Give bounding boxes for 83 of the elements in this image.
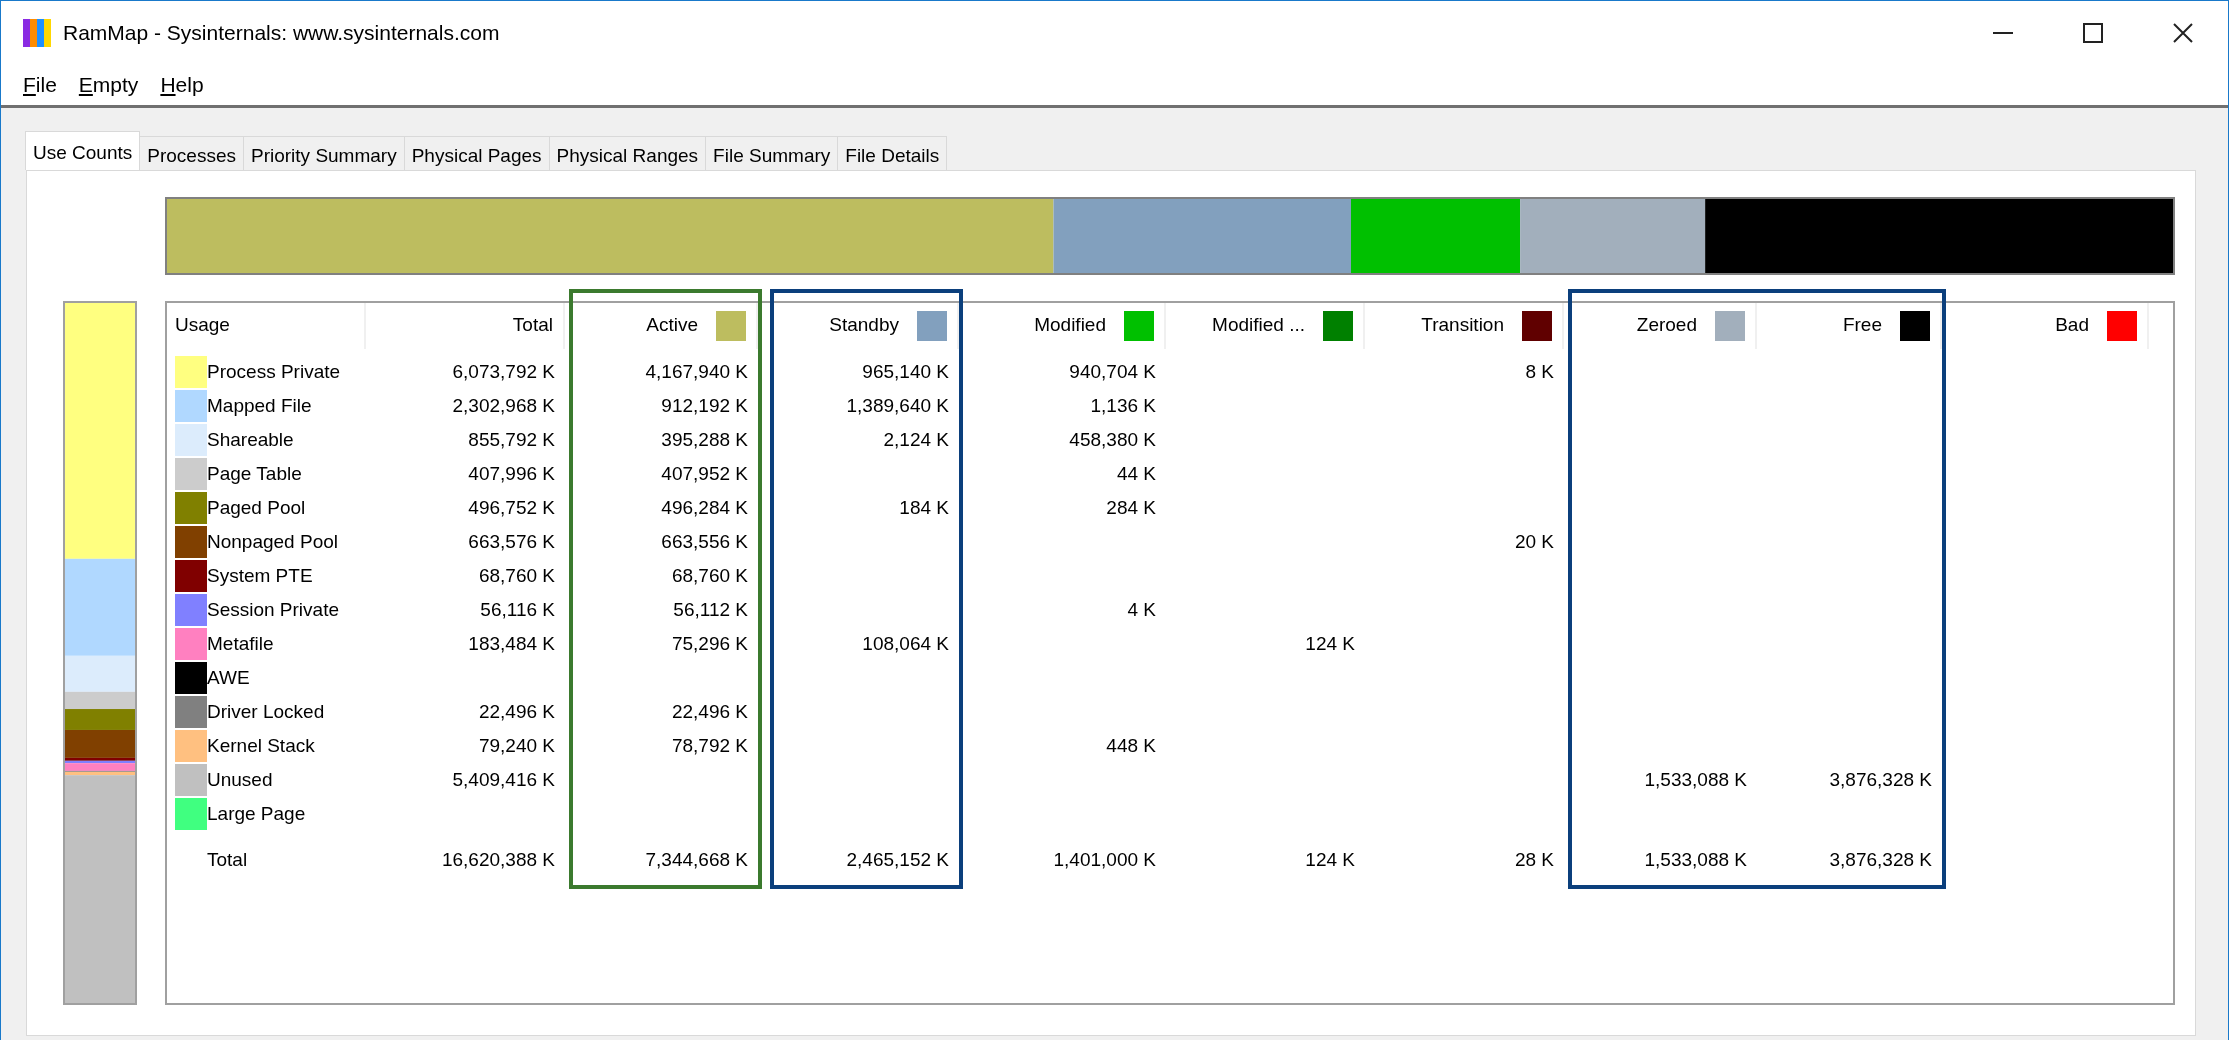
usage-label: Session Private [207,597,339,622]
usage-label: Page Table [207,461,302,486]
table-cell: 44 K [1116,462,1156,484]
usage-label: Driver Locked [207,699,325,724]
menu-item[interactable]: Help [150,65,216,105]
close-icon [2172,22,2194,44]
usage-label: Shareable [207,427,294,452]
usage-label: Process Private [207,359,341,384]
table-cell: 75,296 K [671,632,748,654]
table-cell: 1,401,000 K [1053,848,1156,870]
table-cell: 1,533,088 K [1644,848,1747,870]
column-header[interactable]: Standby [774,302,959,349]
table-cell: 3,876,328 K [1829,768,1932,790]
table-cell: 3,876,328 K [1829,848,1932,870]
table-cell: 855,792 K [468,428,555,450]
table-cell: 79,240 K [478,734,555,756]
table-cell: 496,284 K [661,496,748,518]
table-cell: 56,116 K [480,598,555,620]
table-cell: 912,192 K [661,394,748,416]
column-header[interactable]: Active [573,302,758,349]
usage-label: AWE [207,665,250,690]
table-cell: 78,792 K [671,734,748,756]
table-cell: 124 K [1305,632,1355,654]
table-cell: 68,760 K [478,564,555,586]
usage-label: Metafile [207,631,274,656]
usage-label: Unused [207,767,273,792]
app-icon [23,19,51,47]
usage-label: Total [207,847,248,872]
table-cell: 496,752 K [468,496,555,518]
column-header[interactable]: Bad [1950,302,2149,349]
column-header[interactable]: Usage [167,302,366,349]
column-header[interactable]: Modified ... [1166,302,1365,349]
table-cell: 2,302,968 K [452,394,555,416]
table-cell: 184 K [899,496,949,518]
column-header[interactable]: Zeroed [1572,302,1757,349]
table-cell: 407,952 K [661,462,748,484]
table-cell: 22,496 K [478,700,555,722]
table-cell: 940,704 K [1069,360,1156,382]
table-cell: 6,073,792 K [452,360,555,382]
table-cell: 965,140 K [862,360,949,382]
tab[interactable]: Use Counts [25,130,141,170]
column-header[interactable]: Transition [1365,302,1564,349]
column-header[interactable]: Free [1757,302,1942,349]
usage-label: Large Page [207,801,306,826]
table-cell: 2,465,152 K [846,848,949,870]
table-cell: 7,344,668 K [645,848,748,870]
table-cell: 284 K [1106,496,1156,518]
table-cell: 458,380 K [1069,428,1156,450]
table-cell: 8 K [1525,360,1554,382]
table-cell: 20 K [1514,530,1554,552]
maximize-icon [2082,22,2104,44]
table-cell: 56,112 K [673,598,748,620]
table-cell: 1,533,088 K [1644,768,1747,790]
column-header[interactable]: Total [366,302,565,349]
table-cell: 68,760 K [671,564,748,586]
table-cell: 16,620,388 K [441,848,555,870]
table-cell: 4,167,940 K [645,360,748,382]
table-cell: 183,484 K [468,632,555,654]
tab[interactable]: File Details [837,135,948,170]
table-cell: 108,064 K [862,632,949,654]
table-cell: 395,288 K [661,428,748,450]
table-cell: 448 K [1106,734,1156,756]
table-cell: 28 K [1514,848,1554,870]
table-cell: 5,409,416 K [452,768,555,790]
table-cell: 22,496 K [671,700,748,722]
usage-label: Mapped File [207,393,312,418]
usage-label: Kernel Stack [207,733,315,758]
menu-item[interactable]: Empty [68,65,151,105]
usage-label: Paged Pool [207,495,306,520]
table-cell: 663,576 K [468,530,555,552]
menu-item[interactable]: File [13,65,69,105]
table-cell: 4 K [1127,598,1156,620]
table-cell: 2,124 K [883,428,949,450]
table-cell: 1,136 K [1090,394,1156,416]
table-cell: 407,996 K [468,462,555,484]
table-cell: 1,389,640 K [846,394,949,416]
column-header[interactable]: Modified [967,302,1166,349]
window-title: RamMap - Sysinternals: www.sysinternals.com [63,20,500,47]
usage-label: Nonpaged Pool [207,529,338,554]
table-cell: 663,556 K [661,530,748,552]
usage-label: System PTE [207,563,313,588]
minimize-icon [1993,32,2013,34]
table-cell: 124 K [1305,848,1355,870]
